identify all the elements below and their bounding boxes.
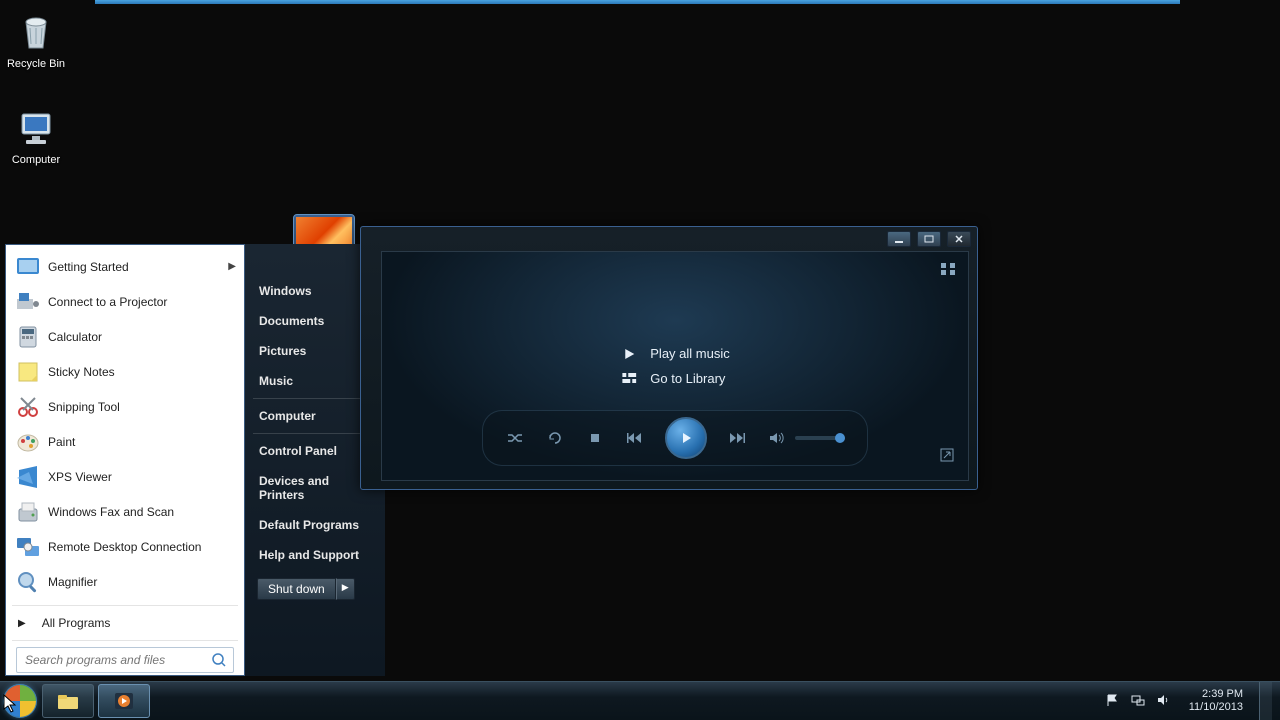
- computer-shortcut[interactable]: Computer: [0, 106, 72, 166]
- shutdown-options-button[interactable]: ▶: [336, 578, 355, 600]
- sm-item-label: Paint: [48, 435, 75, 449]
- next-button[interactable]: [727, 428, 747, 448]
- go-library-label: Go to Library: [650, 371, 725, 386]
- sm-item-magnifier[interactable]: Magnifier: [6, 564, 244, 599]
- desktop[interactable]: Recycle Bin Computer Getting Started ▶ C…: [0, 0, 1280, 720]
- taskbar: 2:39 PM 11/10/2013: [0, 681, 1280, 720]
- sm-item-calculator[interactable]: Calculator: [6, 319, 244, 354]
- getting-started-icon: [14, 253, 42, 281]
- recycle-bin-shortcut[interactable]: Recycle Bin: [0, 10, 72, 70]
- sticky-notes-icon: [14, 358, 42, 386]
- sm-item-label: Connect to a Projector: [48, 295, 167, 309]
- help-support-link[interactable]: Help and Support: [245, 540, 385, 570]
- play-icon: [620, 348, 638, 360]
- maximize-button[interactable]: [917, 231, 941, 247]
- sm-item-getting-started[interactable]: Getting Started ▶: [6, 249, 244, 284]
- start-menu-left-pane: Getting Started ▶ Connect to a Projector…: [5, 244, 245, 676]
- sm-item-rdp[interactable]: Remote Desktop Connection: [6, 529, 244, 564]
- taskbar-explorer-button[interactable]: [42, 684, 94, 718]
- stop-button[interactable]: [585, 428, 605, 448]
- top-highlight-bar: [95, 0, 1180, 4]
- sm-item-stickynotes[interactable]: Sticky Notes: [6, 354, 244, 389]
- clock-time: 2:39 PM: [1189, 688, 1243, 701]
- shuffle-button[interactable]: [505, 428, 525, 448]
- sm-item-label: Sticky Notes: [48, 365, 115, 379]
- window-controls: [887, 231, 971, 247]
- sm-item-label: Remote Desktop Connection: [48, 540, 201, 554]
- all-programs-label: All Programs: [42, 616, 111, 630]
- remote-desktop-icon: [14, 533, 42, 561]
- separator: [253, 398, 377, 399]
- sm-item-label: Windows Fax and Scan: [48, 505, 174, 519]
- volume-slider[interactable]: [795, 436, 845, 440]
- start-menu: Getting Started ▶ Connect to a Projector…: [5, 244, 385, 676]
- shutdown-button[interactable]: Shut down: [257, 578, 336, 600]
- all-programs-arrow-icon: ▶: [18, 618, 26, 629]
- start-menu-recent-items: Getting Started ▶ Connect to a Projector…: [6, 245, 244, 603]
- recycle-bin-label: Recycle Bin: [0, 58, 72, 70]
- computer-label: Computer: [0, 154, 72, 166]
- xps-viewer-icon: [14, 463, 42, 491]
- all-programs-button[interactable]: ▶ All Programs: [6, 608, 244, 638]
- repeat-button[interactable]: [545, 428, 565, 448]
- clock-date: 11/10/2013: [1189, 701, 1243, 714]
- snipping-tool-icon: [14, 393, 42, 421]
- previous-button[interactable]: [625, 428, 645, 448]
- projector-icon: [14, 288, 42, 316]
- switch-view-icon[interactable]: [940, 448, 954, 462]
- play-all-label: Play all music: [650, 346, 729, 361]
- default-programs-link[interactable]: Default Programs: [245, 510, 385, 540]
- fax-scan-icon: [14, 498, 42, 526]
- library-icon: [620, 373, 638, 385]
- sm-item-label: Getting Started: [48, 260, 129, 274]
- computer-icon: [14, 106, 58, 150]
- sm-item-xps[interactable]: XPS Viewer: [6, 459, 244, 494]
- taskbar-media-player-button[interactable]: [98, 684, 150, 718]
- play-all-music-button[interactable]: Play all music: [620, 346, 729, 361]
- start-button[interactable]: [0, 682, 40, 720]
- submenu-arrow-icon: ▶: [228, 261, 236, 272]
- sm-item-label: XPS Viewer: [48, 470, 112, 484]
- system-tray: 2:39 PM 11/10/2013: [1105, 682, 1280, 720]
- separator: [253, 433, 377, 434]
- sm-item-label: Snipping Tool: [48, 400, 120, 414]
- playback-controls: [482, 410, 868, 466]
- sm-item-snipping[interactable]: Snipping Tool: [6, 389, 244, 424]
- shutdown-button-group: Shut down ▶: [257, 578, 373, 600]
- volume-button[interactable]: [767, 428, 787, 448]
- show-desktop-button[interactable]: [1259, 682, 1272, 720]
- fullscreen-icon[interactable]: [940, 262, 956, 276]
- magnifier-icon: [14, 568, 42, 596]
- calculator-icon: [14, 323, 42, 351]
- separator: [12, 605, 238, 606]
- close-button[interactable]: [947, 231, 971, 247]
- tray-network-icon[interactable]: [1131, 693, 1147, 709]
- play-button[interactable]: [665, 417, 707, 459]
- search-input[interactable]: [23, 652, 197, 668]
- tray-flag-icon[interactable]: [1105, 693, 1121, 709]
- sm-item-label: Magnifier: [48, 575, 97, 589]
- start-search-box[interactable]: [16, 647, 234, 673]
- paint-icon: [14, 428, 42, 456]
- recycle-bin-icon: [14, 10, 58, 54]
- clock[interactable]: 2:39 PM 11/10/2013: [1183, 688, 1249, 714]
- windows-orb-icon: [3, 684, 37, 718]
- minimize-button[interactable]: [887, 231, 911, 247]
- tray-volume-icon[interactable]: [1157, 693, 1173, 709]
- sm-item-projector[interactable]: Connect to a Projector: [6, 284, 244, 319]
- search-icon: [211, 652, 227, 668]
- media-player-body: Play all music Go to Library: [381, 251, 969, 481]
- go-to-library-button[interactable]: Go to Library: [620, 371, 729, 386]
- sm-item-paint[interactable]: Paint: [6, 424, 244, 459]
- sm-item-fax[interactable]: Windows Fax and Scan: [6, 494, 244, 529]
- separator: [12, 640, 238, 641]
- sm-item-label: Calculator: [48, 330, 102, 344]
- media-player-window[interactable]: Play all music Go to Library: [360, 226, 978, 490]
